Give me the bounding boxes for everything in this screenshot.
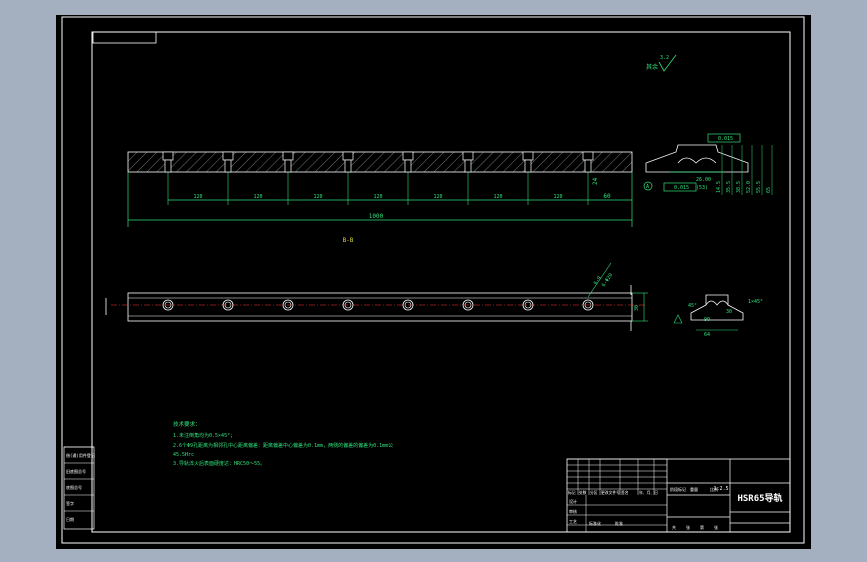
tech-notes-heading: 技术要求： <box>173 420 201 428</box>
title-block-mid-label: 标准化 <box>589 520 601 526</box>
cad-canvas: 120 120 120 120 120 120 120 1000 60 24 B-B 其余 … <box>61 16 805 544</box>
title-block-bottom-label: 张 <box>686 524 690 530</box>
end-dim-4: 1×45° <box>748 299 763 305</box>
datum-letter: A <box>646 184 649 190</box>
profile-height-label: 38.5 <box>736 181 742 193</box>
section-label: B-B <box>343 237 354 244</box>
side-table-label: 旧底图总号 <box>66 468 86 474</box>
plan-width: 30 <box>634 305 640 311</box>
inner-border <box>91 31 791 533</box>
profile-height-label: 55.5 <box>756 181 762 193</box>
hole-spacing-label: 120 <box>493 194 502 200</box>
title-block-row-label: 标记 <box>568 490 576 495</box>
title-block-row-label: 更改文件号 <box>601 490 620 495</box>
end-view: 90 64 30 1×45° 45° <box>673 294 763 338</box>
side-table: 借(通)用件登记旧底图总号底图总号签字日期 <box>63 446 95 530</box>
rail-plan <box>127 292 633 322</box>
counterbore-section <box>402 151 414 205</box>
hole-spacing-label: 120 <box>433 194 442 200</box>
end-view-angle: 45° <box>688 303 697 309</box>
side-table-label: 日期 <box>66 516 74 522</box>
profile-width-top: 26.00 <box>696 177 711 183</box>
side-table-label: 签字 <box>66 500 74 506</box>
rail-section-hatch <box>127 151 633 173</box>
title-block-row-label: 年、月、日 <box>639 490 658 495</box>
counterbore-section <box>522 151 534 205</box>
end-offset-label: 60 <box>603 193 611 200</box>
drawing-sheet: 120 120 120 120 120 120 120 1000 60 24 B-B 其余 … <box>56 15 811 549</box>
side-table-label: 借(通)用件登记 <box>66 452 95 458</box>
roughness-symbol: 其余 3.2 <box>646 54 677 72</box>
title-block-right-label: 重量 <box>690 486 698 492</box>
end-dim-1: 90 <box>704 317 710 323</box>
profile-width-bottom: (53) <box>696 185 708 191</box>
hole-spacing-label: 120 <box>253 194 262 200</box>
tolerance-value-2: 0.015 <box>674 185 689 191</box>
tech-note-2: 2.6个Φ9孔距离为相邻孔中心距离偏差：距离偏差中心偏差为0.1mm，两侧的偏差… <box>173 442 393 449</box>
tolerance-value-1: 0.015 <box>718 136 733 142</box>
title-block-bottom-label: 共 <box>672 524 676 530</box>
counterbore-section <box>222 151 234 205</box>
hole-spacing-label: 120 <box>193 194 202 200</box>
counterbore-section <box>462 151 474 205</box>
drawing-title: HSR65导轨 <box>737 492 782 504</box>
title-block-right-label: 比例 <box>710 486 718 492</box>
title-block-left-label: 审核 <box>569 508 577 514</box>
surface-symbol-text: 其余 <box>646 63 658 71</box>
title-block-row-label: 分区 <box>590 490 598 495</box>
title-block: HSR65导轨 1:2.5 标记 处数 分区 更改文件号 签名 年、月、日设计审核工艺 标准… <box>566 458 791 533</box>
counterbore-section <box>282 151 294 205</box>
title-block-bottom-label: 张 <box>714 524 718 530</box>
tech-note-1: 1.未注倒角均为0.5×45°； <box>173 432 235 439</box>
title-block-left-label: 工艺 <box>569 519 577 524</box>
title-block-mid-label: 批准 <box>615 520 623 526</box>
title-block-row-label: 处数 <box>579 490 587 495</box>
profile-height-label: 52.0 <box>746 181 752 193</box>
roughness-value: 3.2 <box>660 55 669 61</box>
counterbore-section <box>342 151 354 205</box>
hole-spacing-label: 120 <box>553 194 562 200</box>
hole-spacing-label: 120 <box>313 194 322 200</box>
title-block-right-label: 阶段标记 <box>670 486 686 492</box>
counterbore-section <box>162 151 174 205</box>
corner-box <box>92 31 157 44</box>
plan-view: 6-9 6-Φ20 30 <box>105 262 648 331</box>
profile-height-label: 35.5 <box>726 181 732 193</box>
profile-view: 0.015 0.015 A 26.00 (53) 14.5 35.5 38.5 52.… <box>643 133 773 195</box>
profile-height-label: 14.5 <box>716 181 722 193</box>
end-dim-2: 64 <box>704 332 710 338</box>
total-length-label: 1000 <box>369 213 384 220</box>
tech-notes: 技术要求： 1.未注倒角均为0.5×45°； 2.6个Φ9孔距离为相邻孔中心距离… <box>173 420 393 467</box>
tech-note-3: 45.5Hrc <box>173 452 194 458</box>
end-dim-3: 30 <box>726 309 732 315</box>
profile-height-label: 65 <box>766 187 772 193</box>
front-view: 120 120 120 120 120 120 120 1000 60 24 B-B <box>127 151 633 244</box>
tech-note-4: 3.导轨淬火后表面硬度达：HRC50～55。 <box>173 460 265 467</box>
title-block-bottom-label: 第 <box>700 524 704 530</box>
hole-spacing-label: 120 <box>373 194 382 200</box>
side-table-label: 底图总号 <box>66 484 82 490</box>
title-block-left-label: 设计 <box>569 498 577 504</box>
title-block-row-label: 签名 <box>621 490 629 495</box>
rail-depth-label: 24 <box>592 177 599 185</box>
